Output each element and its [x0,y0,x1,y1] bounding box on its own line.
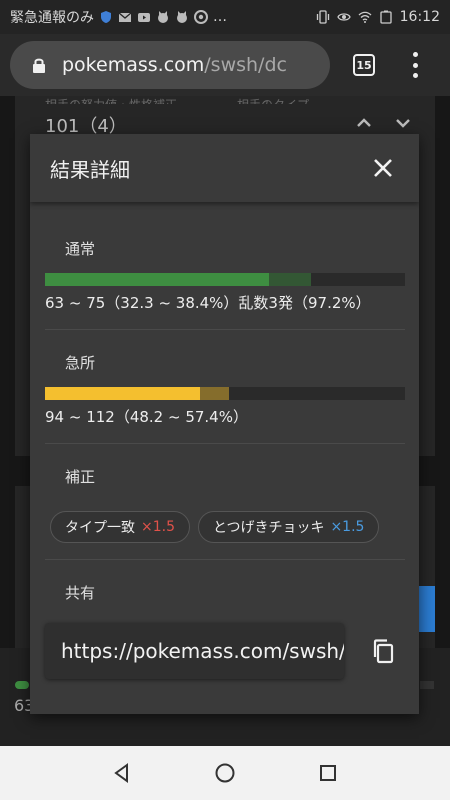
modifier-chip-assault-vest[interactable]: とつげきチョッキ ×1.5 [198,511,380,543]
modifier-multiplier: ×1.5 [330,519,365,535]
share-section: 共有 https://pokemass.com/swsh/dc [45,560,405,679]
status-bar: 緊急通報のみ … 16:12 [0,0,450,34]
close-button[interactable] [361,146,405,190]
dialog-header: 結果詳細 [30,134,419,202]
share-url-field[interactable]: https://pokemass.com/swsh/dc [45,623,344,679]
home-circle-icon [215,763,235,783]
wifi-icon [358,10,372,24]
recents-button[interactable] [306,751,350,795]
normal-bar-range-fill [268,273,311,286]
chevron-up-icon[interactable] [355,114,373,132]
normal-bar-min-fill [45,273,269,286]
overflow-notifications: … [213,9,227,25]
mail-icon [118,10,132,24]
critical-label: 急所 [65,354,96,372]
url-path: /swsh/dc [204,54,287,76]
result-detail-dialog: 結果詳細 通常 63 ~ 75（32.3 ~ 38.4%）乱数3発（97.2%）… [30,134,419,714]
modifier-name: タイプ一致 [65,520,135,536]
modifier-chip-stab[interactable]: タイプ一致 ×1.5 [50,511,190,543]
screen: 緊急通報のみ … 16:12 pokemass.com /swsh/dc 15 … [0,0,450,800]
back-button[interactable] [100,751,144,795]
browser-toolbar: pokemass.com/swsh/dc 15 [0,34,450,96]
share-label: 共有 [65,584,96,602]
modifier-name: とつげきチョッキ [213,520,325,536]
dialog-body: 通常 63 ~ 75（32.3 ~ 38.4%）乱数3発（97.2%） 急所 9… [30,202,419,679]
modifiers-label: 補正 [65,468,96,486]
chrome-icon [194,10,208,24]
normal-damage-bar [45,273,405,286]
critical-bar-range-fill [199,387,230,400]
dot-icon [412,52,418,57]
dot-icon [412,62,418,68]
copy-icon [374,639,394,664]
battery-alert-icon [379,10,393,24]
close-icon [374,159,392,177]
cat-icon-2 [175,10,189,24]
chevron-down-icon[interactable] [394,114,412,132]
cat-icon [156,10,170,24]
clock: 16:12 [399,9,440,25]
background-damage-bar [15,681,29,689]
shield-icon [99,10,113,24]
system-nav-bar [0,746,450,800]
modifier-chips: タイプ一致 ×1.5 とつげきチョッキ ×1.5 [45,511,405,543]
home-button[interactable] [203,751,247,795]
vibrate-icon [316,10,330,24]
copy-button[interactable] [362,629,405,673]
dialog-title: 結果詳細 [50,157,130,182]
modifiers-section: 補正 タイプ一致 ×1.5 とつげきチョッキ ×1.5 [45,444,405,560]
critical-bar-min-fill [45,387,200,400]
critical-result-text: 94 ~ 112（48.2 ~ 57.4%） [45,408,248,426]
normal-result-text: 63 ~ 75（32.3 ~ 38.4%）乱数3発（97.2%） [45,294,371,312]
modifier-multiplier: ×1.5 [141,519,175,535]
normal-label: 通常 [65,240,96,258]
normal-section: 通常 63 ~ 75（32.3 ~ 38.4%）乱数3発（97.2%） [45,202,405,330]
emergency-only-text: 緊急通報のみ [10,10,94,26]
browser-menu-button[interactable] [406,52,424,78]
critical-section: 急所 94 ~ 112（48.2 ~ 57.4%） [45,330,405,444]
background-bar-track [420,681,434,689]
eye-icon [336,10,351,24]
dot-icon [412,73,418,78]
back-triangle-icon [113,763,128,783]
url-bar[interactable]: pokemass.com/swsh/dc [10,41,330,89]
recents-square-icon [320,765,337,781]
youtube-icon [137,10,151,24]
tab-switcher-button[interactable]: 15 [353,54,375,76]
url-host: pokemass.com [62,54,205,76]
critical-damage-bar [45,387,405,400]
background-labels: 相手の努力値・性格補正 相手のタイプ [45,96,309,104]
lock-icon [33,58,45,73]
